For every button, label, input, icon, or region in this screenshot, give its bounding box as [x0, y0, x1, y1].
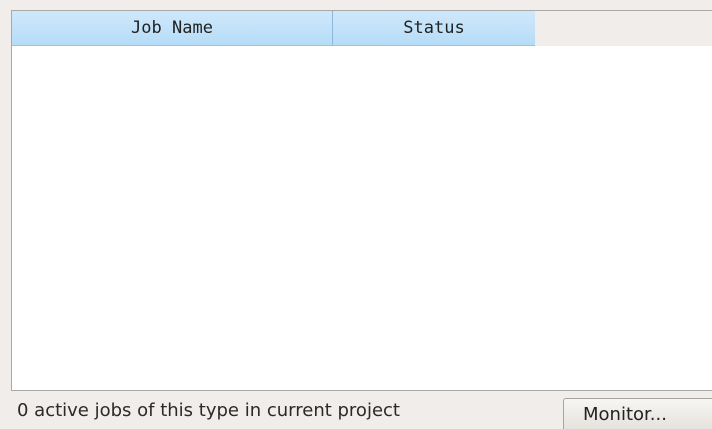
monitor-button[interactable]: Monitor...: [563, 398, 712, 429]
column-header-status[interactable]: Status: [333, 11, 535, 46]
table-header: Job Name Status: [12, 11, 712, 46]
header-filler: [535, 11, 712, 46]
jobs-table[interactable]: Job Name Status: [11, 10, 712, 391]
table-body[interactable]: [12, 46, 712, 390]
column-header-job-name[interactable]: Job Name: [12, 11, 333, 46]
job-panel: Job Name Status 0 active jobs of this ty…: [0, 0, 712, 429]
active-jobs-status: 0 active jobs of this type in current pr…: [17, 400, 400, 421]
